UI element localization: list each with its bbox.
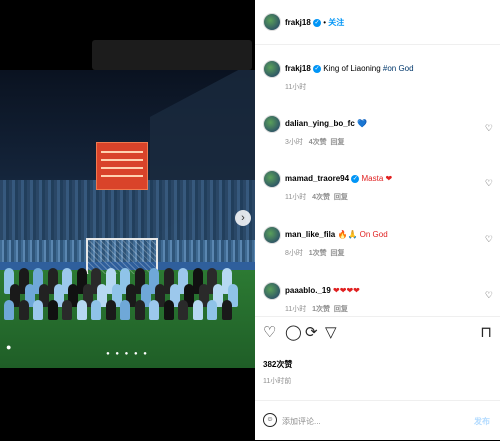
commenter-avatar[interactable]: [263, 170, 281, 188]
comment-item: paaablo._19 ❤❤❤❤ 11小时 1次赞 回复 ♡: [255, 280, 500, 320]
post-photo[interactable]: › ● ● ● ● ● ●: [0, 70, 255, 368]
comment-likes[interactable]: 4次赞: [309, 139, 327, 146]
comment-text: Masta ❤: [361, 174, 393, 183]
reply-button[interactable]: 回复: [334, 194, 348, 201]
commenter-avatar[interactable]: [263, 282, 281, 300]
player-figure: [105, 300, 116, 320]
comment-likes[interactable]: 1次赞: [312, 306, 330, 313]
comment-meta: 3小时 4次赞 回复: [285, 137, 345, 147]
commenter-handle[interactable]: man_like_fila: [285, 230, 335, 239]
likes-count[interactable]: 382次赞: [263, 359, 292, 370]
player-figure: [47, 300, 58, 320]
team-photo-players: [4, 260, 244, 340]
caption-text: frakj18 ✓ King of Liaoning #on God: [285, 64, 485, 73]
commenter-handle[interactable]: mamad_traore94: [285, 174, 349, 183]
post-details-panel: frakj18 ✓ • 关注 frakj18 ✓ King of Liaonin…: [255, 0, 500, 440]
caption-avatar[interactable]: [263, 60, 281, 78]
comment-composer: ☺ 添加评论... 发布: [255, 400, 500, 441]
carousel-dots: ● ● ● ● ●: [106, 351, 149, 357]
comment-text: 🔥🙏 On God: [337, 230, 388, 239]
comment-time: 3小时: [285, 139, 303, 146]
player-figure: [18, 300, 29, 320]
comment-meta: 11小时 4次赞 回复: [285, 192, 348, 202]
post-time: 11小时前: [263, 378, 292, 385]
player-figure: [178, 300, 188, 320]
post-comment-button[interactable]: 发布: [474, 416, 490, 427]
comment-item: dalian_ying_bo_fc 💙 3小时 4次赞 回复 ♡: [255, 113, 500, 153]
caption-hashtag[interactable]: #on God: [383, 64, 414, 73]
player-figure: [192, 300, 203, 320]
player-figure: [76, 300, 87, 320]
comment-line: mamad_traore94 ✓ Masta ❤: [285, 174, 475, 183]
player-figure: [33, 300, 43, 320]
comment-line: man_like_fila 🔥🙏 On God: [285, 230, 475, 239]
comment-likes[interactable]: 1次赞: [309, 250, 327, 257]
comment-time: 11小时: [285, 194, 307, 201]
comment-text: 💙: [357, 119, 367, 128]
player-figure: [91, 300, 101, 320]
blurred-overlay: [92, 40, 252, 70]
comment-heart-icon[interactable]: ♡: [485, 123, 493, 134]
verified-icon: ✓: [313, 64, 322, 73]
player-figure: [120, 300, 130, 320]
reply-button[interactable]: 回复: [334, 306, 348, 313]
author-handle[interactable]: frakj18: [285, 18, 311, 27]
commenter-avatar[interactable]: [263, 226, 281, 244]
comment-time: 8小时: [285, 250, 303, 257]
bookmark-icon[interactable]: ⊓: [480, 325, 492, 340]
commenter-avatar[interactable]: [263, 115, 281, 133]
comment-line: dalian_ying_bo_fc 💙: [285, 119, 475, 128]
comment-input[interactable]: 添加评论...: [282, 416, 321, 427]
player-figure: [207, 300, 217, 320]
caption-body: King of Liaoning: [323, 64, 383, 73]
comment-heart-icon[interactable]: ♡: [485, 178, 493, 189]
player-figure: [163, 300, 174, 320]
follow-button[interactable]: 关注: [328, 18, 344, 27]
commenter-handle[interactable]: dalian_ying_bo_fc: [285, 119, 355, 128]
caption-author[interactable]: frakj18: [285, 64, 311, 73]
share-icon[interactable]: ⟳: [305, 325, 318, 340]
reply-button[interactable]: 回复: [331, 250, 345, 257]
post-header: frakj18 ✓ • 关注: [255, 0, 500, 45]
verified-icon: ✓: [351, 174, 360, 183]
send-icon[interactable]: ▽: [325, 325, 337, 340]
author-avatar[interactable]: [263, 13, 281, 31]
player-figure: [134, 300, 145, 320]
next-photo-button[interactable]: ›: [235, 210, 251, 226]
author-line: frakj18 ✓ • 关注: [285, 18, 345, 27]
action-bar: ♡ ◯ ⟳ ▽ ⊓: [255, 316, 500, 347]
emoji-icon[interactable]: ☺: [263, 413, 277, 427]
reply-button[interactable]: 回复: [331, 139, 345, 146]
comment-meta: 8小时 1次赞 回复: [285, 248, 345, 258]
player-figure: [221, 300, 232, 320]
commenter-handle[interactable]: paaablo._19: [285, 286, 331, 295]
comment-time: 11小时: [285, 306, 307, 313]
comment-text: ❤❤❤❤: [333, 286, 360, 295]
comment-item: man_like_fila 🔥🙏 On God 8小时 1次赞 回复 ♡: [255, 224, 500, 264]
stadium-screen: [96, 142, 148, 190]
comment-line: paaablo._19 ❤❤❤❤: [285, 286, 475, 295]
player-figure: [4, 300, 14, 320]
player-figure: [62, 300, 72, 320]
comment-heart-icon[interactable]: ♡: [485, 234, 493, 245]
comment-item: mamad_traore94 ✓ Masta ❤ 11小时 4次赞 回复 ♡: [255, 168, 500, 208]
media-viewer: › ● ● ● ● ● ●: [0, 0, 255, 440]
comment-meta: 11小时 1次赞 回复: [285, 304, 348, 314]
verified-icon: ✓: [313, 18, 322, 27]
player-figure: [149, 300, 159, 320]
heart-icon[interactable]: ♡: [263, 325, 276, 340]
comment-likes[interactable]: 4次赞: [312, 194, 330, 201]
comment-icon[interactable]: ◯: [285, 325, 302, 340]
caption-time: 11小时: [285, 84, 307, 91]
comment-heart-icon[interactable]: ♡: [485, 290, 493, 301]
